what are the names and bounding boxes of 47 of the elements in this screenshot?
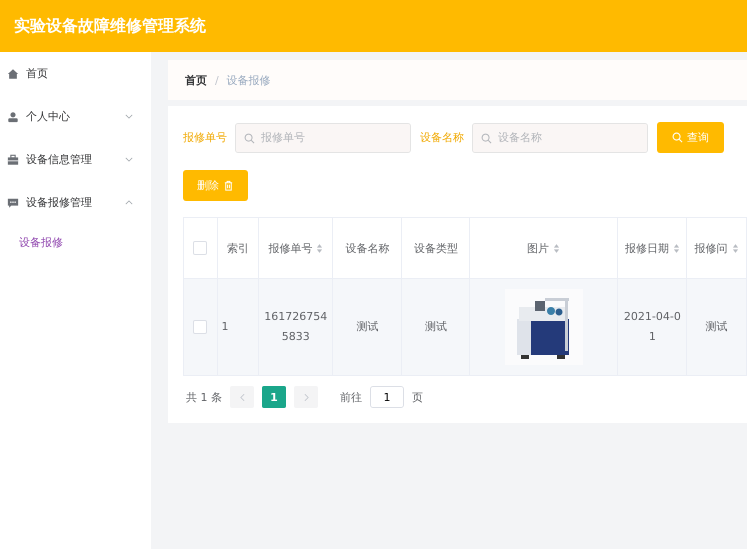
field-label: 报修单号: [183, 130, 227, 145]
submenu-item[interactable]: 设备报修: [0, 224, 151, 260]
table-cell: 1: [222, 320, 229, 333]
briefcase-icon: [7, 154, 19, 166]
home-icon: [7, 68, 19, 80]
menu-item[interactable]: 设备信息管理: [0, 138, 151, 181]
column-header: 设备名称: [345, 240, 390, 256]
field-label: 设备名称: [420, 130, 464, 145]
column-header: 报修问: [694, 240, 728, 256]
total-count: 共 1 条: [186, 390, 222, 404]
column-header: 设备类型: [414, 240, 458, 256]
sort-icon[interactable]: [672, 242, 680, 254]
search-icon: [481, 132, 492, 144]
previous-page-button[interactable]: [230, 386, 254, 408]
breadcrumb-link[interactable]: 首页: [185, 72, 207, 88]
table-cell: 测试: [424, 320, 447, 333]
person-icon: [7, 110, 19, 122]
row-checkbox[interactable]: [193, 320, 208, 334]
chat-icon: [7, 196, 19, 208]
table-cell: 1617267545833: [264, 310, 328, 343]
search-icon: [244, 132, 255, 144]
column-header: 报修日期: [624, 240, 669, 256]
sort-icon[interactable]: [553, 242, 560, 254]
chevron-right-icon: [304, 392, 308, 402]
next-page-button[interactable]: [294, 386, 318, 408]
sort-icon[interactable]: [732, 242, 739, 254]
trash-icon: [223, 180, 234, 191]
menu-item[interactable]: 首页: [0, 52, 151, 95]
sort-icon[interactable]: [316, 242, 324, 254]
search-field[interactable]: 报修单号: [235, 122, 411, 152]
select-all-checkbox[interactable]: [193, 241, 208, 255]
app-title: 实验设备故障维修管理系统: [14, 16, 206, 36]
menu-item[interactable]: 个人中心: [0, 95, 151, 138]
column-header: 索引: [226, 240, 249, 256]
search-field[interactable]: 设备名称: [472, 122, 648, 152]
table-cell: 测试: [706, 320, 728, 333]
table-cell: 2021-04-01: [624, 310, 681, 343]
page-input[interactable]: 1: [370, 386, 404, 408]
search-icon: [672, 132, 683, 143]
menu-item[interactable]: 设备报修管理: [0, 181, 151, 224]
goto-label: 前往: [340, 390, 362, 404]
table-cell: 测试: [356, 320, 378, 333]
page-suffix: 页: [412, 390, 423, 404]
chevron-left-icon: [240, 392, 244, 402]
column-header: 报修单号: [268, 240, 312, 256]
column-header: 图片: [527, 240, 550, 256]
breadcrumb-separator: /: [215, 74, 219, 86]
